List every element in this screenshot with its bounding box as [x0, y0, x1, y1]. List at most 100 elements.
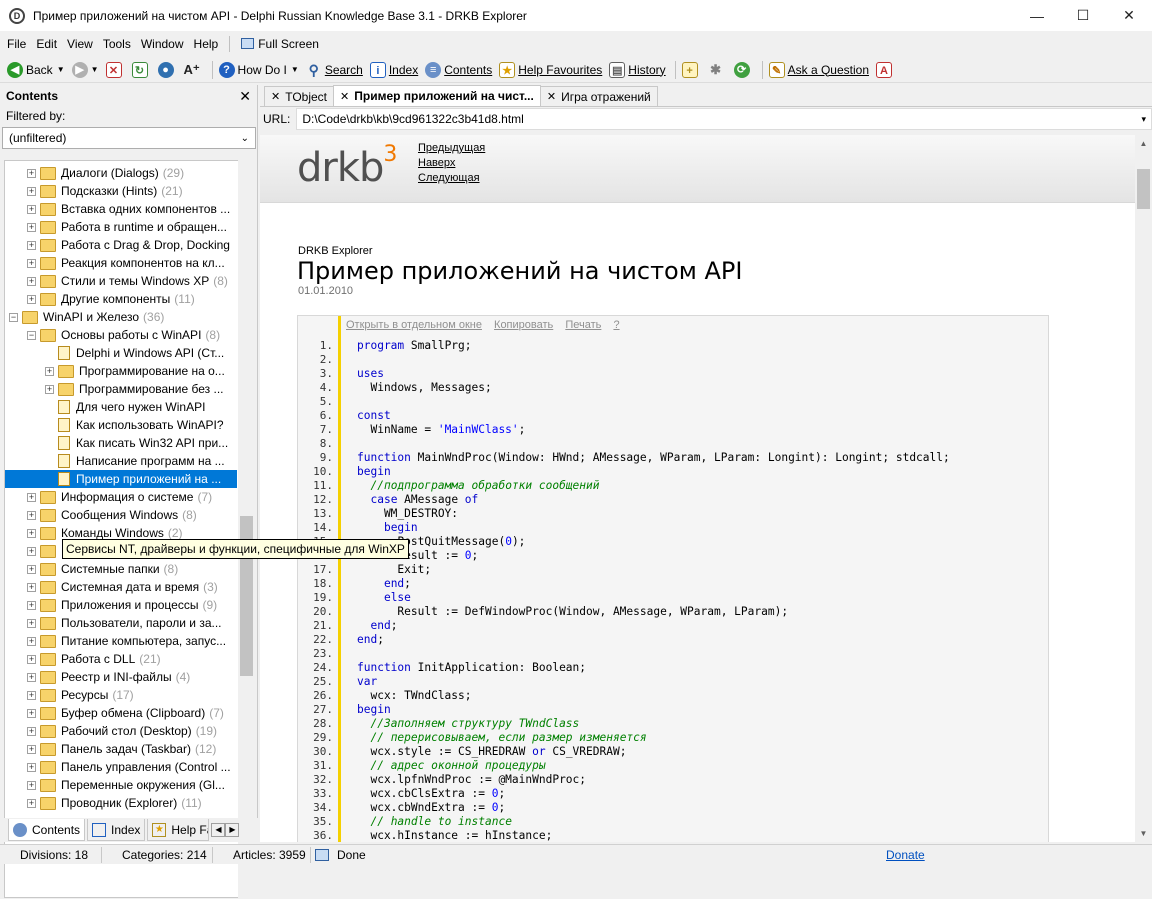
tree-item[interactable]: + Работа в runtime и обращен... — [5, 218, 231, 236]
scroll-down-icon[interactable]: ▼ — [1135, 825, 1152, 842]
expand-icon[interactable]: + — [27, 510, 36, 520]
expand-icon[interactable]: + — [27, 564, 36, 574]
how-do-i-button[interactable]: ? How Do I ▼ — [217, 61, 301, 78]
close-tab-icon[interactable]: ✕ — [340, 90, 349, 103]
close-button[interactable]: ✕ — [1106, 0, 1152, 31]
tools-button[interactable]: ✱ — [706, 62, 729, 78]
tree-item[interactable]: + Программирование на о... — [5, 362, 229, 380]
expand-icon[interactable]: + — [27, 546, 36, 556]
tree-item[interactable]: + Системная дата и время (3) — [5, 578, 218, 596]
font-size-button[interactable]: A⁺ — [182, 62, 205, 78]
expand-icon[interactable]: + — [27, 204, 36, 214]
search-button[interactable]: ⚲ Search — [304, 62, 365, 78]
tab-index[interactable]: Index — [87, 819, 146, 841]
expand-icon[interactable]: + — [45, 366, 54, 376]
chevron-down-icon[interactable]: ▾ — [1141, 114, 1146, 125]
tab-scroll-left-icon[interactable]: ◀ — [211, 823, 226, 837]
tree-item[interactable]: Написание программ на ... — [5, 452, 229, 470]
tab-contents[interactable]: Contents — [8, 819, 86, 841]
tree-item[interactable]: + Работа с DLL (21) — [5, 650, 161, 668]
index-button[interactable]: i Index — [368, 61, 420, 78]
page-scrollbar-thumb[interactable] — [1137, 169, 1150, 209]
tree-item[interactable]: + Рабочий стол (Desktop) (19) — [5, 722, 217, 740]
menu-window[interactable]: Window — [136, 37, 189, 51]
menu-help[interactable]: Help — [189, 37, 224, 51]
nav-previous-link[interactable]: Предыдущая — [418, 141, 485, 156]
expand-icon[interactable]: + — [27, 600, 36, 610]
refresh-button[interactable]: ↻ — [130, 61, 153, 78]
stop-button[interactable]: ✕ — [104, 61, 127, 78]
expand-icon[interactable]: + — [27, 690, 36, 700]
maximize-button[interactable]: ☐ — [1060, 0, 1106, 31]
tree-item[interactable]: Для чего нужен WinAPI — [5, 398, 209, 416]
tree-item[interactable]: + Приложения и процессы (9) — [5, 596, 217, 614]
tree-item[interactable]: + Пользователи, пароли и за... — [5, 614, 226, 632]
expand-icon[interactable]: + — [27, 222, 36, 232]
tree-item[interactable]: + Подсказки (Hints) (21) — [5, 182, 183, 200]
expand-icon[interactable]: + — [27, 258, 36, 268]
page-scrollbar[interactable]: ▲ ▼ — [1135, 135, 1152, 842]
tree-item[interactable]: + Стили и темы Windows XP (8) — [5, 272, 228, 290]
expand-icon[interactable]: + — [27, 528, 36, 538]
open-in-window-link[interactable]: Открыть в отдельном окне — [346, 319, 482, 331]
tree-item[interactable]: + Проводник (Explorer) (11) — [5, 794, 202, 812]
tree-item[interactable]: + Панель управления (Control ... — [5, 758, 235, 776]
tree-item[interactable]: + Буфер обмена (Clipboard) (7) — [5, 704, 224, 722]
tab-help-favourites[interactable]: ★ Help Fa — [147, 819, 210, 841]
new-note-button[interactable]: + — [680, 61, 703, 78]
tree-item[interactable]: + Вставка одних компонентов ... — [5, 200, 234, 218]
expand-icon[interactable]: + — [27, 798, 36, 808]
expand-icon[interactable]: + — [27, 726, 36, 736]
expand-icon[interactable]: + — [27, 618, 36, 628]
tree-scrollbar[interactable] — [238, 160, 255, 899]
doc-tab-tobject[interactable]: ✕ TObject — [264, 86, 335, 106]
tree-item[interactable]: + Системные папки (8) — [5, 560, 178, 578]
copy-link[interactable]: Копировать — [494, 319, 553, 331]
expand-icon[interactable]: + — [27, 654, 36, 664]
tree-item[interactable]: + Программирование без ... — [5, 380, 228, 398]
minimize-button[interactable]: — — [1014, 0, 1060, 31]
expand-icon[interactable]: + — [27, 294, 36, 304]
menu-edit[interactable]: Edit — [31, 37, 62, 51]
expand-icon[interactable]: + — [27, 708, 36, 718]
tree-item[interactable]: + Панель задач (Taskbar) (12) — [5, 740, 216, 758]
fullscreen-button[interactable]: Full Screen — [236, 37, 324, 51]
menu-view[interactable]: View — [62, 37, 98, 51]
tree-item[interactable]: + Другие компоненты (11) — [5, 290, 195, 308]
tree-item[interactable]: Как использовать WinAPI? — [5, 416, 228, 434]
how-do-i-dropdown-icon[interactable]: ▼ — [291, 65, 299, 74]
forward-button[interactable]: ▶ ▼ — [70, 61, 101, 78]
tree-item[interactable]: + Информация о системе (7) — [5, 488, 212, 506]
donate-link[interactable]: Donate — [866, 847, 935, 863]
tree-item[interactable]: + Сообщения Windows (8) — [5, 506, 197, 524]
tree-item[interactable]: + Переменные окружения (Gl... — [5, 776, 229, 794]
collapse-icon[interactable]: − — [27, 330, 36, 340]
expand-icon[interactable]: + — [27, 762, 36, 772]
doc-tab-game[interactable]: ✕ Игра отражений — [539, 86, 658, 106]
sync-button[interactable]: ⟳ — [732, 61, 755, 78]
expand-icon[interactable]: + — [27, 780, 36, 790]
menu-file[interactable]: File — [2, 37, 31, 51]
help-link[interactable]: ? — [613, 319, 619, 331]
filter-select[interactable]: (unfiltered) ⌄ — [2, 127, 256, 149]
expand-icon[interactable]: + — [27, 582, 36, 592]
tab-scroll-right-icon[interactable]: ▶ — [225, 823, 240, 837]
expand-icon[interactable]: + — [27, 636, 36, 646]
tree-item[interactable]: − WinAPI и Железо (36) — [5, 308, 164, 326]
expand-icon[interactable]: + — [27, 240, 36, 250]
close-tab-icon[interactable]: ✕ — [547, 90, 556, 103]
expand-icon[interactable]: + — [27, 744, 36, 754]
tree-item[interactable]: + Диалоги (Dialogs) (29) — [5, 164, 184, 182]
tree-item[interactable]: + Работа с Drag & Drop, Docking — [5, 236, 234, 254]
ask-question-button[interactable]: ✎ Ask a Question — [767, 61, 871, 78]
contents-button[interactable]: ≡ Contents — [423, 61, 494, 78]
expand-icon[interactable]: + — [27, 492, 36, 502]
tree-item[interactable]: + Реестр и INI-файлы (4) — [5, 668, 190, 686]
url-field[interactable]: D:\Code\drkb\kb\9cd961322c3b41d8.html ▾ — [296, 108, 1152, 130]
menu-tools[interactable]: Tools — [98, 37, 136, 51]
print-button[interactable]: A — [874, 61, 897, 78]
expand-icon[interactable]: + — [27, 276, 36, 286]
history-button[interactable]: ▤ History — [607, 61, 667, 78]
tree-item[interactable]: + Ресурсы (17) — [5, 686, 134, 704]
expand-icon[interactable]: + — [27, 186, 36, 196]
